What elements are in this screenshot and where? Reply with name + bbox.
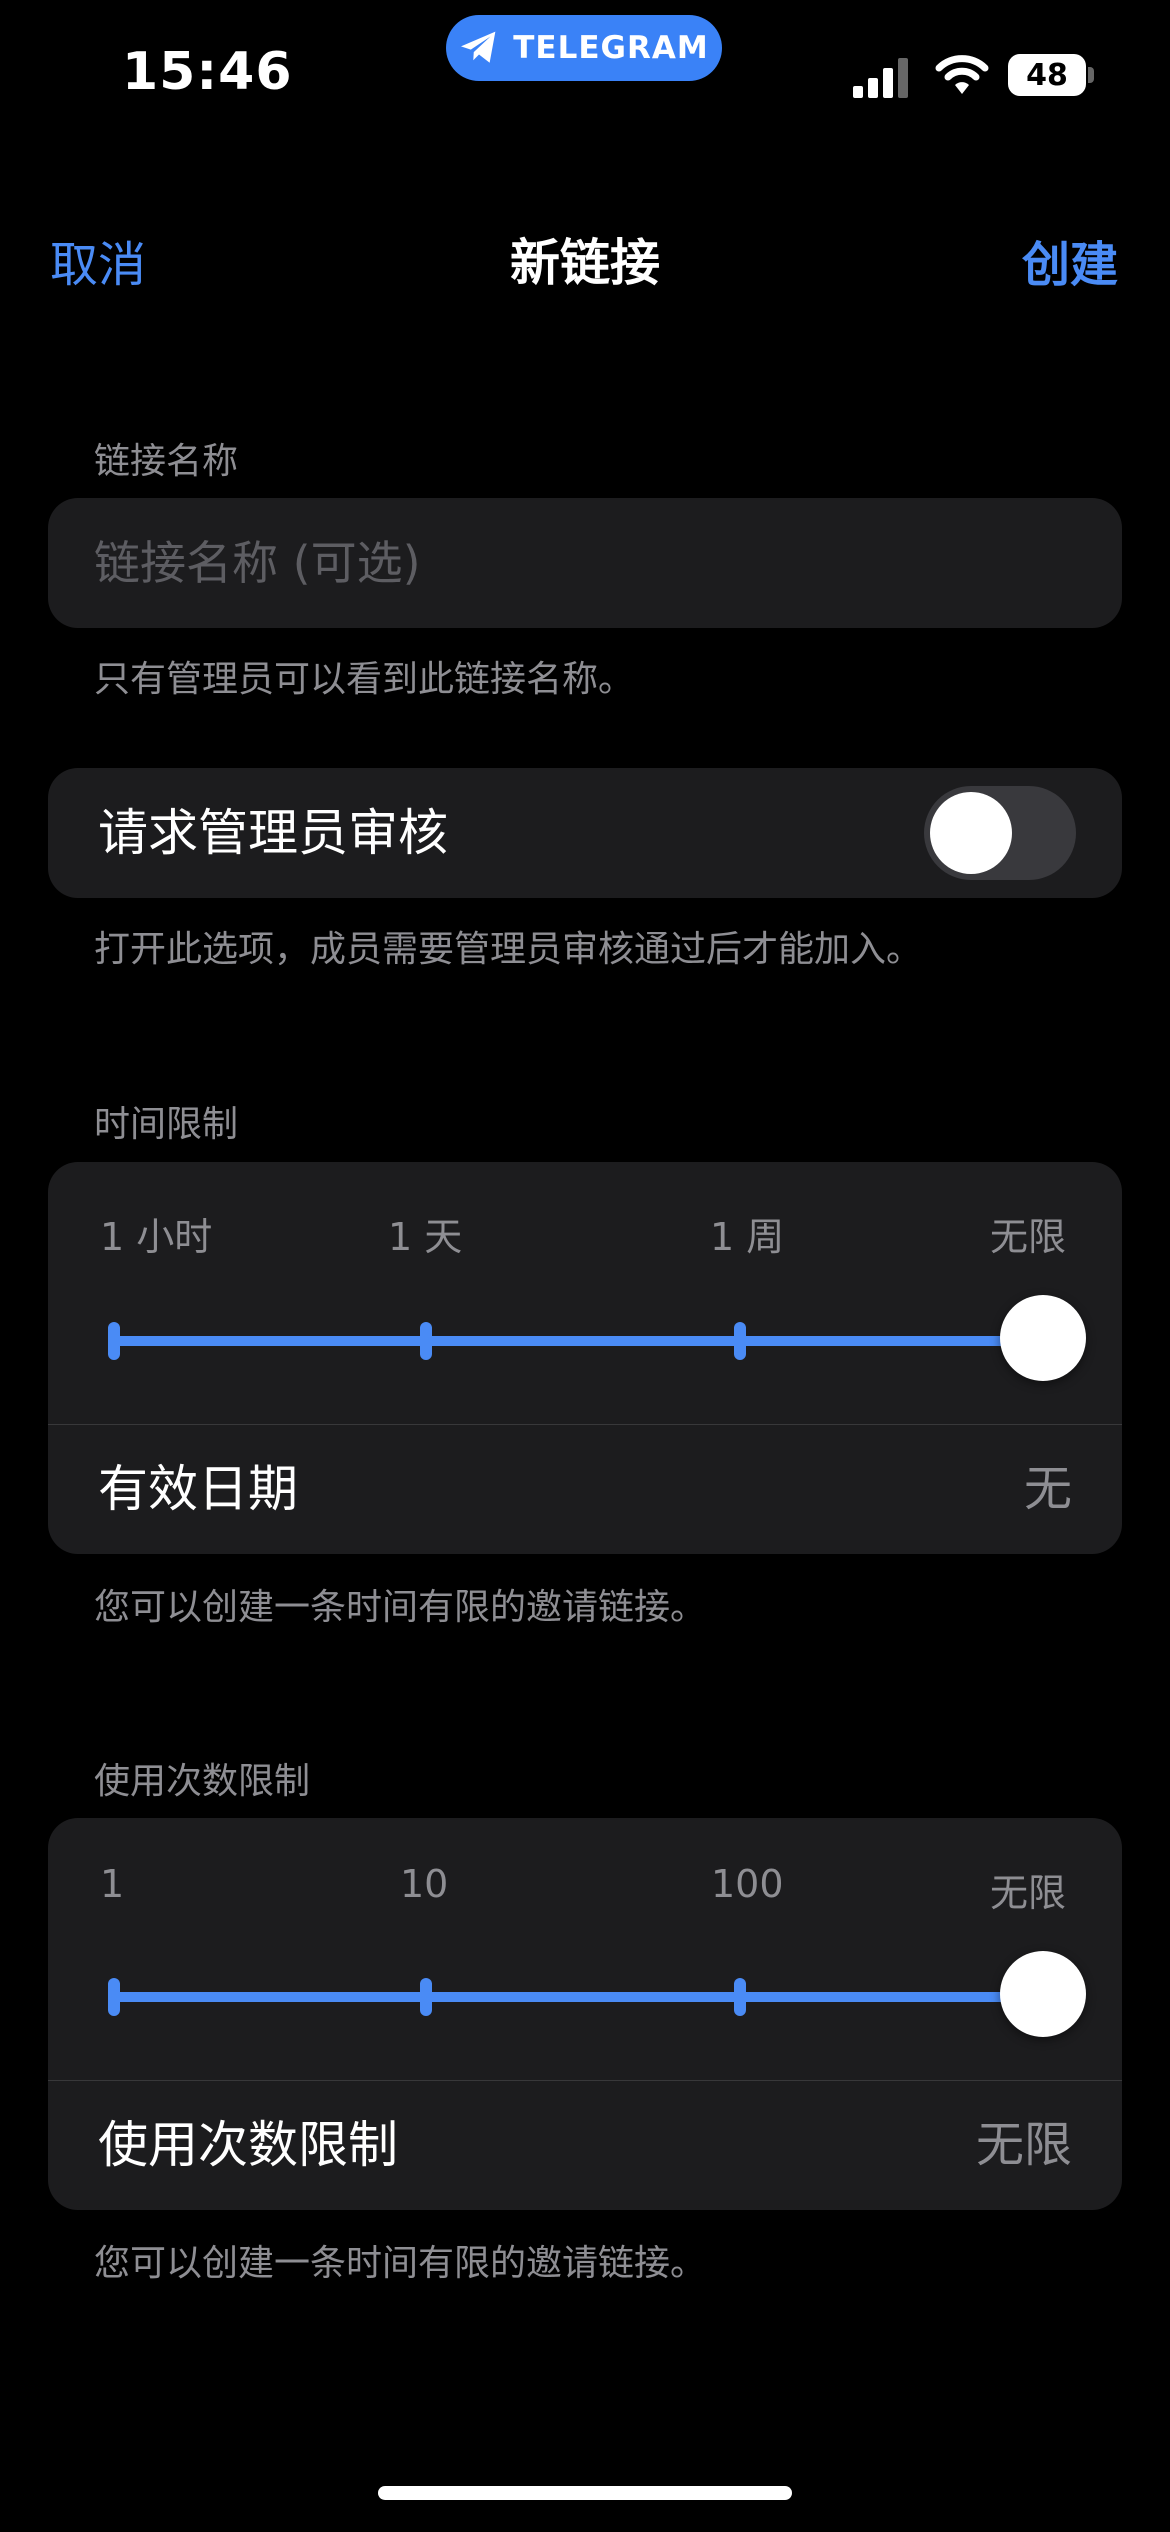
usage-tick-100[interactable]: 100 <box>711 1862 784 1906</box>
wifi-icon <box>935 55 989 94</box>
cancel-button[interactable]: 取消 <box>50 225 146 295</box>
home-indicator[interactable] <box>378 2486 792 2500</box>
usage-limit-row-label[interactable]: 使用次数限制 <box>98 2080 398 2210</box>
usage-limit-row-value[interactable]: 无限 <box>976 2080 1072 2210</box>
usage-slider-notch <box>420 1978 432 2016</box>
status-time: 15:46 <box>122 42 293 102</box>
telegram-pill-label: TELEGRAM <box>513 30 709 66</box>
battery-tip <box>1088 67 1094 83</box>
battery-icon: 48 <box>1008 54 1086 96</box>
link-name-section-label: 链接名称 <box>94 441 239 482</box>
time-limit-slider-knob[interactable] <box>1000 1295 1086 1381</box>
approval-label: 请求管理员审核 <box>98 804 448 862</box>
link-name-placeholder: 链接名称 (可选) <box>94 536 421 590</box>
usage-slider-notch <box>734 1978 746 2016</box>
usage-slider-notch <box>108 1978 120 2016</box>
time-tick-1d[interactable]: 1 天 <box>388 1206 462 1261</box>
approval-toggle[interactable] <box>924 786 1076 880</box>
time-slider-notch <box>734 1322 746 1360</box>
time-limit-card: 1 小时 1 天 1 周 无限 有效日期 无 <box>48 1162 1122 1554</box>
link-name-note: 只有管理员可以看到此链接名称。 <box>94 659 635 700</box>
usage-limit-slider-track[interactable] <box>112 1992 1052 2002</box>
usage-limit-card: 1 10 100 无限 使用次数限制 无限 <box>48 1818 1122 2210</box>
create-button[interactable]: 创建 <box>1022 225 1118 295</box>
usage-tick-unlimited[interactable]: 无限 <box>990 1862 1066 1917</box>
cellular-signal-icon <box>853 56 915 98</box>
time-tick-1w[interactable]: 1 周 <box>710 1206 784 1261</box>
telegram-status-pill[interactable]: TELEGRAM <box>446 15 722 81</box>
time-slider-notch <box>420 1322 432 1360</box>
usage-limit-section-label: 使用次数限制 <box>94 1761 311 1802</box>
usage-tick-10[interactable]: 10 <box>400 1862 448 1906</box>
time-limit-slider-track[interactable] <box>112 1336 1052 1346</box>
time-limit-note: 您可以创建一条时间有限的邀请链接。 <box>94 1587 707 1628</box>
time-limit-section-label: 时间限制 <box>94 1104 239 1145</box>
page-title: 新链接 <box>510 234 660 292</box>
link-name-input[interactable]: 链接名称 (可选) <box>48 498 1122 628</box>
usage-tick-1[interactable]: 1 <box>100 1862 124 1906</box>
expiry-date-value[interactable]: 无 <box>1024 1424 1072 1554</box>
usage-limit-note: 您可以创建一条时间有限的邀请链接。 <box>94 2243 707 2284</box>
expiry-date-label[interactable]: 有效日期 <box>98 1424 298 1554</box>
approval-note: 打开此选项，成员需要管理员审核通过后才能加入。 <box>94 929 923 970</box>
approval-row[interactable]: 请求管理员审核 <box>48 768 1122 898</box>
battery-level: 48 <box>1026 57 1068 93</box>
usage-limit-slider-knob[interactable] <box>1000 1951 1086 2037</box>
time-tick-unlimited[interactable]: 无限 <box>990 1206 1066 1261</box>
time-tick-1h[interactable]: 1 小时 <box>100 1206 212 1261</box>
telegram-plane-icon <box>461 31 496 63</box>
toggle-knob <box>930 792 1012 874</box>
time-slider-notch <box>108 1322 120 1360</box>
